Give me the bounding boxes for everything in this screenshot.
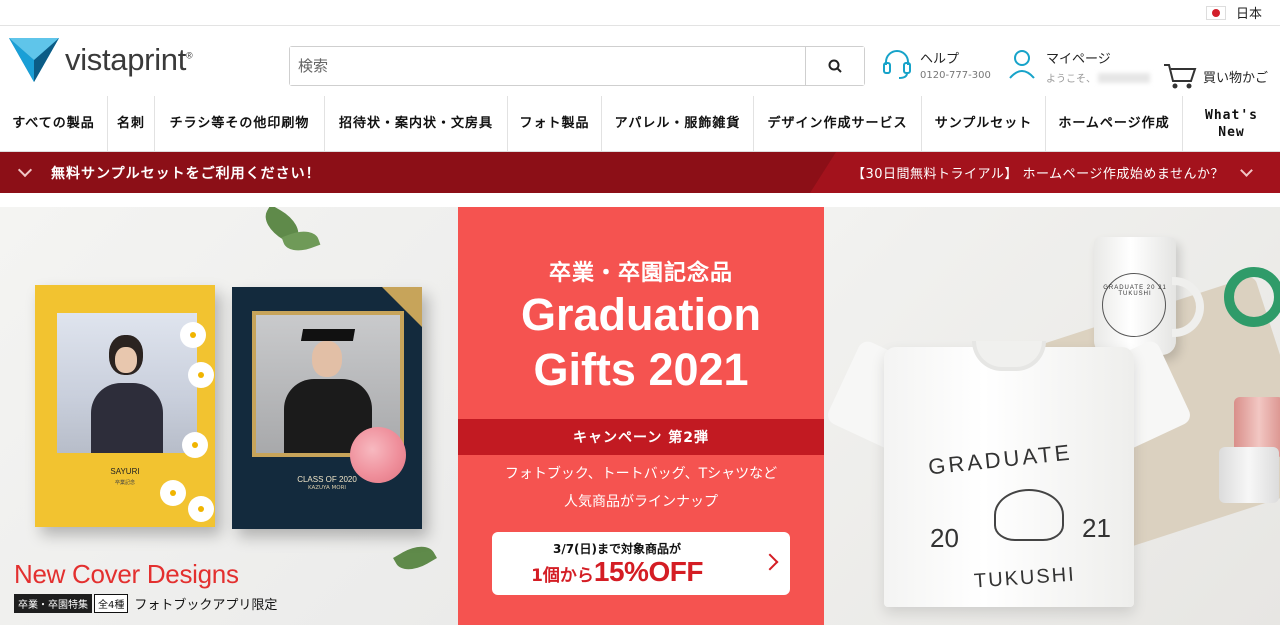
chevron-right-icon [761, 553, 779, 571]
nav-item-sample-set[interactable]: サンプルセット [922, 96, 1046, 151]
leaf-decoration [393, 538, 437, 578]
hero-right-panel[interactable]: GRADUATE 20 21 TUKUSHI GRADUATE 20 21 TU… [824, 207, 1280, 625]
cta-button[interactable]: 3/7(日)まで対象商品が 1個から15%OFF [492, 532, 790, 595]
shirt-print-year2: 21 [1082, 513, 1111, 543]
photobook-navy: CLASS OF 2020 KAZUYA MORI [232, 287, 422, 529]
top-bar: 日本 [0, 0, 1280, 26]
tagline-text: フォトブックアプリ限定 [134, 598, 278, 613]
promo-left-link[interactable]: 無料サンプルセットをご利用ください！ [51, 163, 321, 183]
helmet-illustration [994, 489, 1064, 541]
nav-item-business-cards[interactable]: 名刺 [108, 96, 155, 151]
promo-right-panel[interactable]: 【30日間無料トライアル】 ホームページ作成始めませんか？ [810, 152, 1280, 193]
vistaprint-logo-icon [9, 38, 59, 82]
nav-item-all-products[interactable]: すべての製品 [0, 96, 108, 151]
header: vistaprint® ヘルプ 0120-777-300 マイページ [0, 26, 1280, 96]
search-input[interactable] [290, 47, 805, 85]
hero-left-panel[interactable]: SAYURI 卒業記念 CLASS OF 2020 KAZUYA MORI Ne… [0, 207, 458, 625]
cta-discount: 15%OFF [593, 556, 704, 587]
account-greeting: ようこそ、 [1046, 74, 1096, 85]
hero-left-headline: New Cover Designs [14, 559, 239, 589]
account-link[interactable]: マイページ ようこそ、 [1008, 48, 1150, 85]
hero-left-tagline: 卒業・卒園特集 全4種 フォトブックアプリ限定 [14, 594, 277, 613]
account-label: マイページ [1046, 52, 1111, 67]
cta-line2-a: 1個から [531, 566, 594, 586]
logo-registered-mark: ® [186, 50, 193, 61]
nav-item-photo-products[interactable]: フォト製品 [508, 96, 602, 151]
book2-subtitle: KAZUYA MORI [307, 485, 347, 491]
help-link[interactable]: ヘルプ 0120-777-300 [882, 48, 991, 81]
promo-banner: 無料サンプルセットをご利用ください！ 【30日間無料トライアル】 ホームページ作… [0, 152, 1280, 193]
nav-item-whats-new[interactable]: What's New [1183, 96, 1280, 151]
chevron-down-icon[interactable] [1240, 163, 1253, 177]
tshirt-product: GRADUATE 20 21 TUKUSHI [824, 327, 1194, 607]
hero-banner[interactable]: SAYURI 卒業記念 CLASS OF 2020 KAZUYA MORI Ne… [0, 207, 1280, 625]
search-icon [828, 59, 842, 73]
user-icon [1009, 50, 1035, 79]
logo-text: vistaprint [65, 42, 187, 77]
vistaprint-logo[interactable]: vistaprint® [9, 38, 193, 82]
photobook-yellow: SAYURI 卒業記念 [35, 285, 215, 527]
chevron-down-icon[interactable] [17, 162, 33, 177]
headset-icon [883, 50, 911, 79]
region-label[interactable]: 日本 [1236, 3, 1262, 22]
hero-center-panel[interactable]: 卒業・卒園記念品 Graduation Gifts 2021 キャンペーン 第2… [458, 207, 824, 625]
hero-desc-2: 人気商品がラインナップ [564, 494, 718, 510]
photobook-photo [57, 313, 197, 453]
book1-subtitle: 卒業記念 [114, 480, 135, 486]
nav-item-flyers-print[interactable]: チラシ等その他印刷物 [155, 96, 325, 151]
shirt-print-year1: 20 [930, 523, 959, 553]
promo-right-link[interactable]: 【30日間無料トライアル】 ホームページ作成始めませんか？ [852, 163, 1224, 182]
search-button[interactable] [805, 47, 864, 85]
book1-name: SAYURI [110, 467, 140, 476]
tag-graduation: 卒業・卒園特集 [14, 594, 92, 613]
nav-item-invitations-stationery[interactable]: 招待状・案内状・文房具 [325, 96, 508, 151]
nav-item-design-services[interactable]: デザイン作成サービス [754, 96, 922, 151]
cart-link[interactable]: 買い物かご [1163, 62, 1268, 90]
hero-jp-title: 卒業・卒園記念品 [548, 261, 733, 286]
rose-decoration [350, 427, 406, 483]
campaign-label: キャンペーン 第2弾 [458, 419, 824, 455]
ribbon-roll-decoration [1219, 447, 1279, 503]
cart-icon [1164, 64, 1197, 89]
cart-label: 買い物かご [1203, 70, 1269, 86]
tag-count: 全4種 [94, 594, 129, 613]
mug-print: GRADUATE 20 21 TUKUSHI [1103, 285, 1167, 297]
help-label: ヘルプ [920, 52, 960, 67]
ribbon-decoration [1224, 267, 1280, 327]
main-navigation: すべての製品 名刺 チラシ等その他印刷物 招待状・案内状・文房具 フォト製品 ア… [0, 96, 1280, 152]
hero-desc-1: フォトブック、トートバッグ、Tシャツなど [504, 466, 778, 482]
japan-flag-icon[interactable] [1205, 5, 1226, 20]
nav-item-apparel[interactable]: アパレル・服飾雑貨 [602, 96, 754, 151]
help-phone: 0120-777-300 [920, 70, 991, 81]
account-username-redacted [1098, 72, 1150, 83]
hero-en-title-1: Graduation [520, 289, 761, 340]
nav-item-website-builder[interactable]: ホームページ作成 [1046, 96, 1183, 151]
search-bar [289, 46, 865, 86]
cta-line1: 3/7(日)まで対象商品が [552, 542, 682, 556]
hero-en-title-2: Gifts 2021 [533, 344, 749, 395]
